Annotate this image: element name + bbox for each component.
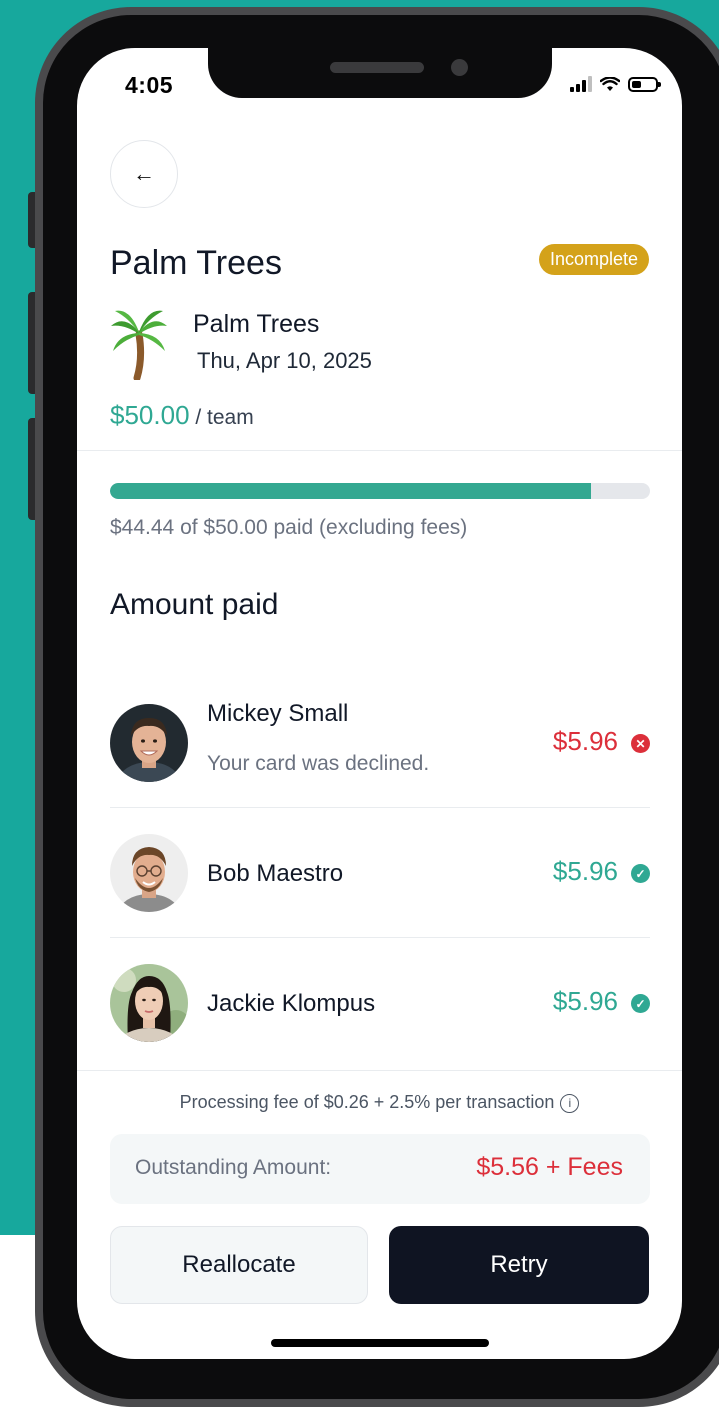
reallocate-button[interactable]: Reallocate <box>110 1226 368 1304</box>
wifi-icon <box>600 76 620 91</box>
list-item[interactable]: Bob Maestro $5.96 ✓ <box>110 808 650 938</box>
avatar <box>110 834 188 912</box>
payer-name: Mickey Small <box>207 700 349 727</box>
avatar <box>110 704 188 782</box>
status-badge: Incomplete <box>538 244 649 275</box>
payer-name: Bob Maestro <box>207 860 344 887</box>
battery-icon <box>628 76 661 92</box>
payer-name: Jackie Klompus <box>207 990 376 1017</box>
palm-tree-icon <box>111 310 167 380</box>
arrow-left-icon: ← <box>133 161 155 186</box>
payer-amount: $5.96 <box>552 986 618 1016</box>
event-name: Palm Trees <box>193 310 320 338</box>
payment-progress-bar <box>110 483 650 499</box>
speaker <box>330 62 424 73</box>
status-time: 4:05 <box>125 72 174 98</box>
notch <box>208 48 552 98</box>
page-title: Palm Trees <box>110 244 282 282</box>
price-row: $50.00 / team <box>110 400 254 431</box>
section-title: Amount paid <box>110 588 279 621</box>
event-price: $50.00 <box>110 400 190 430</box>
divider <box>77 450 682 451</box>
payer-note: Your card was declined. <box>207 752 430 775</box>
signal-icon <box>570 76 592 92</box>
home-indicator[interactable] <box>271 1339 489 1347</box>
info-icon[interactable]: i <box>560 1093 580 1113</box>
status-icons <box>570 76 661 92</box>
processing-fee-note: Processing fee of $0.26 + 2.5% per trans… <box>77 1092 682 1113</box>
payer-amount: $5.96 <box>552 726 618 756</box>
outstanding-value: $5.56 + Fees <box>476 1153 623 1181</box>
progress-fill <box>110 483 591 499</box>
payer-amount: $5.96 <box>552 856 618 886</box>
declined-icon: ✕ <box>631 734 650 753</box>
app-screen: 4:05 ← Palm Trees Incomplete Palm Trees … <box>77 48 682 1359</box>
check-icon: ✓ <box>631 994 650 1013</box>
progress-text: $44.44 of $50.00 paid (excluding fees) <box>110 516 468 539</box>
divider <box>77 1070 682 1071</box>
event-date: Thu, Apr 10, 2025 <box>197 348 372 373</box>
fee-text: Processing fee of $0.26 + 2.5% per trans… <box>179 1092 555 1112</box>
check-icon: ✓ <box>631 864 650 883</box>
price-suffix: / team <box>195 406 254 429</box>
front-camera <box>451 59 468 76</box>
back-button[interactable]: ← <box>110 140 178 208</box>
outstanding-label: Outstanding Amount: <box>135 1156 332 1179</box>
list-item[interactable]: Mickey Small Your card was declined. $5.… <box>110 678 650 808</box>
retry-button[interactable]: Retry <box>389 1226 649 1304</box>
avatar <box>110 964 188 1042</box>
outstanding-amount-box: Outstanding Amount: $5.56 + Fees <box>110 1134 650 1204</box>
list-item[interactable]: Jackie Klompus $5.96 ✓ <box>110 938 650 1068</box>
